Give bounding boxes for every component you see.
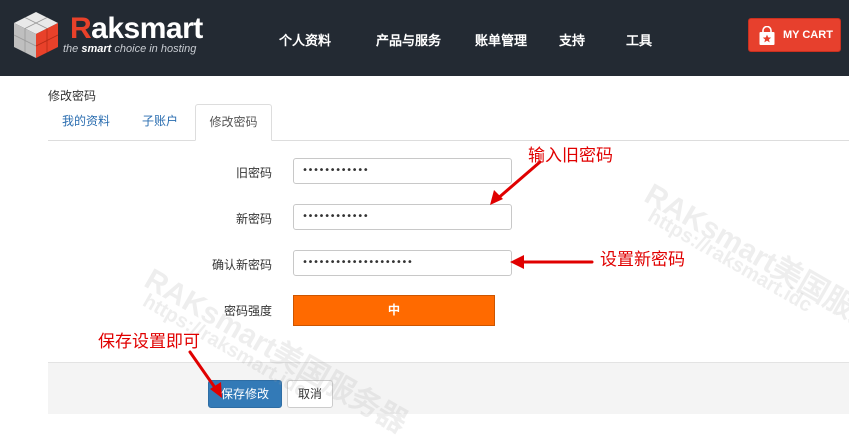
arrowhead-old-password	[490, 190, 503, 205]
arrowhead-new-password	[510, 255, 524, 269]
annotation-arrows	[188, 160, 594, 398]
arrow-to-save	[188, 350, 220, 394]
arrow-to-old-password	[494, 160, 542, 202]
